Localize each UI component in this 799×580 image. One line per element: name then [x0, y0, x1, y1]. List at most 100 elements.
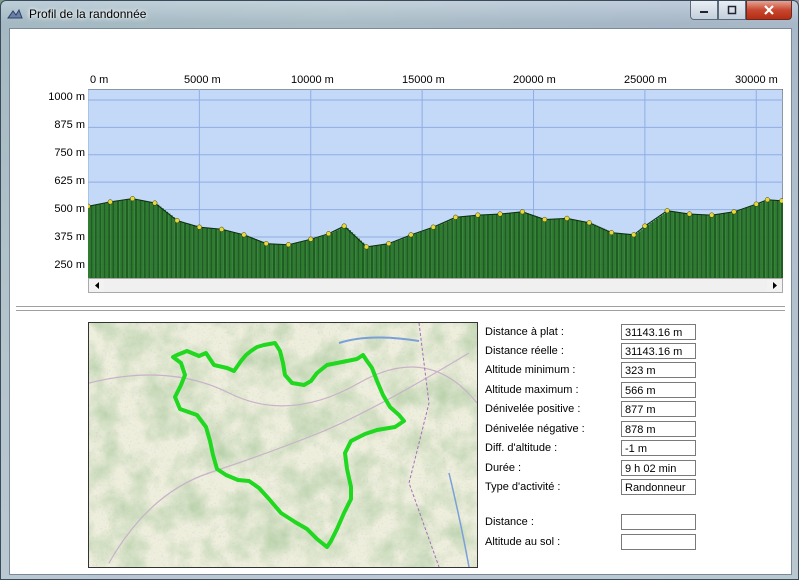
elevation-bar [466, 216, 469, 278]
elevation-bar [754, 204, 757, 278]
elevation-bar [513, 212, 516, 278]
elevation-bar [326, 234, 329, 278]
elevation-bar [390, 242, 394, 278]
stat-value: 31143.16 m [621, 324, 696, 340]
elevation-bar [733, 211, 737, 278]
route-map[interactable] [88, 322, 478, 568]
elevation-bar [756, 204, 759, 278]
scroll-right-button[interactable] [767, 279, 782, 292]
elevation-bar [168, 213, 171, 278]
elevation-bar [678, 212, 681, 278]
elevation-bar [495, 214, 498, 278]
app-icon [7, 8, 23, 19]
elevation-bar [747, 207, 750, 278]
minimize-button[interactable] [690, 1, 718, 20]
stat-value: 323 m [621, 362, 696, 378]
elevation-bar [533, 215, 536, 278]
minimize-icon [700, 11, 708, 13]
elevation-bar [373, 245, 376, 278]
elevation-bar [542, 218, 545, 278]
elevation-bar [595, 225, 599, 278]
elevation-bar [451, 219, 454, 278]
elevation-bar [509, 213, 512, 278]
elevation-bar [633, 234, 636, 278]
title-bar[interactable]: Profil de la randonnée [1, 1, 798, 27]
panel-splitter[interactable] [16, 306, 785, 311]
elevation-bar [130, 198, 133, 278]
elevation-profile-chart[interactable] [88, 89, 783, 278]
scroll-left-button[interactable] [89, 279, 104, 292]
elevation-bar [308, 239, 311, 278]
elevation-bar [460, 216, 463, 278]
elevation-bar [194, 225, 198, 278]
elevation-bar [745, 207, 748, 278]
elevation-point [497, 211, 503, 217]
elevation-bar [335, 230, 338, 278]
elevation-bar [551, 219, 554, 278]
elevation-bar [154, 203, 158, 278]
elevation-bar [248, 236, 251, 278]
elevation-bar [442, 223, 445, 278]
elevation-bar [658, 216, 661, 278]
profile-scrollbar[interactable] [88, 278, 783, 293]
elevation-bar [417, 232, 420, 278]
elevation-bar [110, 201, 113, 278]
cursor-label: Distance : [485, 516, 534, 528]
elevation-bar [230, 231, 233, 278]
elevation-bar [315, 237, 318, 278]
elevation-bar [92, 205, 95, 278]
elevation-bar [344, 226, 347, 278]
elevation-bar [613, 232, 616, 278]
stat-label: Dénivelée négative : [485, 423, 585, 435]
elevation-point [386, 241, 392, 247]
elevation-bar [729, 212, 732, 278]
y-tick-label: 250 m [54, 259, 85, 271]
elevation-bar [259, 240, 262, 278]
elevation-bar [281, 244, 285, 278]
maximize-button[interactable] [718, 1, 746, 20]
elevation-bar [484, 214, 487, 278]
elevation-bar [689, 213, 692, 278]
stat-label: Durée : [485, 462, 522, 474]
elevation-bar [379, 244, 383, 278]
elevation-bar [653, 219, 657, 278]
elevation-bar [780, 200, 783, 278]
elevation-bar [700, 214, 703, 278]
elevation-bar [762, 201, 766, 278]
elevation-bar [408, 235, 411, 278]
elevation-bar [680, 212, 683, 278]
stat-label: Altitude minimum : [485, 364, 576, 376]
elevation-bar [217, 228, 220, 278]
close-button[interactable] [746, 1, 792, 20]
elevation-bar [183, 222, 187, 278]
elevation-bar [157, 204, 160, 278]
elevation-bar [132, 198, 135, 278]
elevation-bar [255, 239, 258, 278]
stat-min-altitude: Altitude minimum : 323 m [485, 362, 785, 380]
elevation-bar [219, 229, 222, 278]
elevation-bar [96, 204, 100, 278]
elevation-bar [709, 214, 712, 278]
elevation-bar [718, 214, 721, 278]
elevation-bar [622, 233, 625, 278]
elevation-bar [716, 214, 719, 278]
y-tick-label: 625 m [54, 175, 85, 187]
elevation-point [341, 223, 347, 229]
elevation-point [686, 211, 692, 217]
x-tick-label: 30000 m [735, 74, 778, 86]
elevation-bar [591, 223, 594, 278]
elevation-bar [531, 214, 534, 278]
x-tick-label: 10000 m [291, 74, 334, 86]
elevation-bar [319, 236, 322, 278]
elevation-bar [558, 218, 561, 278]
elevation-bar [404, 237, 407, 278]
elevation-bar [428, 228, 432, 278]
cursor-value [621, 514, 696, 530]
elevation-bar [575, 220, 579, 278]
elevation-bar [312, 238, 316, 278]
elevation-point [475, 212, 481, 218]
elevation-point [779, 198, 783, 204]
elevation-bar [232, 232, 236, 278]
elevation-bar [522, 211, 525, 278]
elevation-bar [286, 244, 289, 278]
